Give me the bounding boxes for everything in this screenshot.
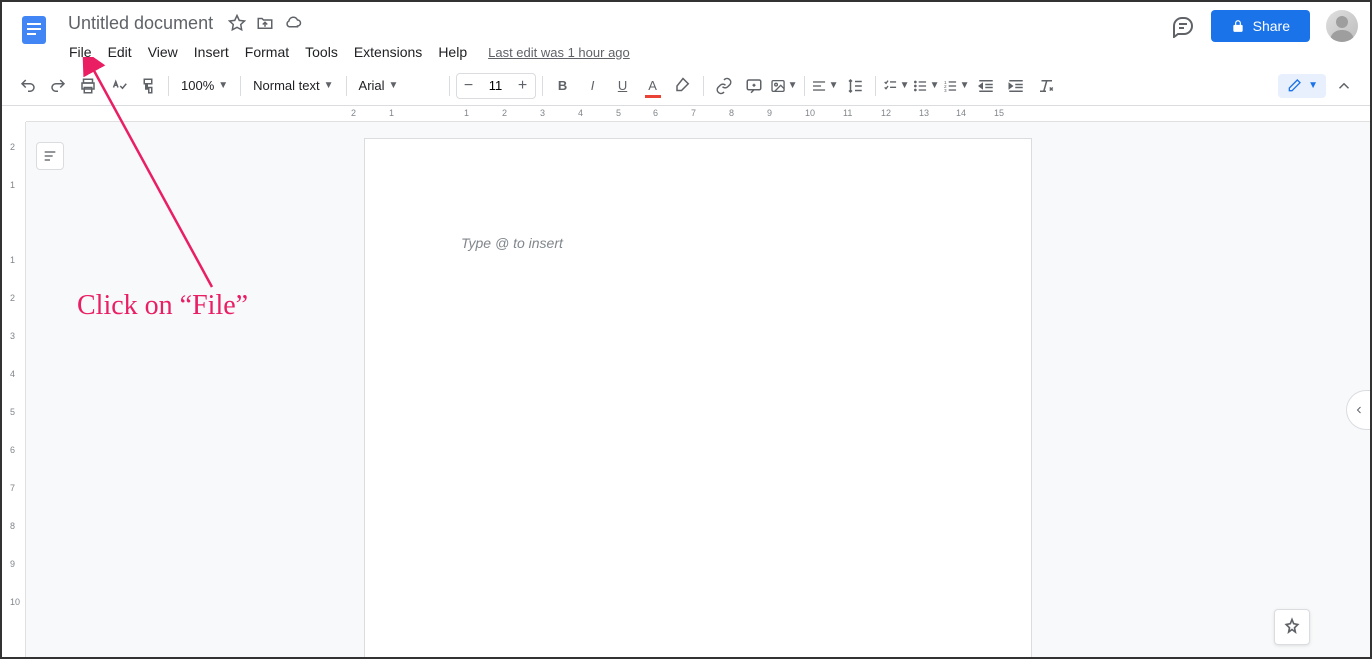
menu-extensions[interactable]: Extensions [347,40,429,64]
spellcheck-button[interactable] [104,72,132,100]
zoom-dropdown[interactable]: 100%▼ [175,74,234,97]
bold-button[interactable]: B [549,72,577,100]
cloud-icon[interactable] [283,13,303,33]
star-icon[interactable] [227,13,247,33]
outline-toggle-button[interactable] [36,142,64,170]
menu-edit[interactable]: Edit [101,40,139,64]
menu-help[interactable]: Help [431,40,474,64]
font-size-input[interactable] [481,78,511,93]
checklist-button[interactable]: ▼ [882,72,910,100]
print-button[interactable] [74,72,102,100]
menu-file[interactable]: File [62,40,99,64]
font-dropdown[interactable]: Arial▼ [353,74,443,97]
align-button[interactable]: ▼ [811,72,839,100]
undo-button[interactable] [14,72,42,100]
bullet-list-button[interactable]: ▼ [912,72,940,100]
document-title[interactable]: Untitled document [62,11,219,36]
highlight-button[interactable] [669,72,697,100]
user-avatar[interactable] [1326,10,1358,42]
font-size-control: − + [456,73,536,99]
text-color-button[interactable]: A [639,72,667,100]
comment-button[interactable] [740,72,768,100]
svg-text:3: 3 [944,88,947,93]
menu-view[interactable]: View [141,40,185,64]
italic-button[interactable]: I [579,72,607,100]
move-icon[interactable] [255,13,275,33]
share-button[interactable]: Share [1211,10,1310,42]
explore-button[interactable] [1274,609,1310,645]
docs-logo[interactable] [14,10,54,50]
indent-increase-button[interactable] [1002,72,1030,100]
edit-mode-button[interactable]: ▼ [1278,74,1326,98]
paint-format-button[interactable] [134,72,162,100]
comment-history-icon[interactable] [1171,14,1195,38]
line-spacing-button[interactable] [841,72,869,100]
menu-insert[interactable]: Insert [187,40,236,64]
horizontal-ruler: 2 1 1 2 3 4 5 6 7 8 9 10 11 12 13 14 15 [26,106,1370,122]
underline-button[interactable]: U [609,72,637,100]
style-dropdown[interactable]: Normal text▼ [247,74,339,97]
share-label: Share [1253,18,1290,34]
font-size-increase[interactable]: + [511,74,535,98]
link-button[interactable] [710,72,738,100]
document-page[interactable]: Type @ to insert [364,138,1032,657]
toolbar: 100%▼ Normal text▼ Arial▼ − + B I U A ▼ … [2,66,1370,106]
last-edit-link[interactable]: Last edit was 1 hour ago [488,45,630,60]
vertical-ruler: 2 1 1 2 3 4 5 6 7 8 9 10 [2,122,26,657]
menu-tools[interactable]: Tools [298,40,345,64]
indent-decrease-button[interactable] [972,72,1000,100]
menu-format[interactable]: Format [238,40,296,64]
numbered-list-button[interactable]: 123▼ [942,72,970,100]
clear-format-button[interactable] [1032,72,1060,100]
collapse-toolbar-button[interactable] [1330,72,1358,100]
font-size-decrease[interactable]: − [457,74,481,98]
redo-button[interactable] [44,72,72,100]
document-placeholder: Type @ to insert [461,235,563,251]
image-button[interactable]: ▼ [770,72,798,100]
